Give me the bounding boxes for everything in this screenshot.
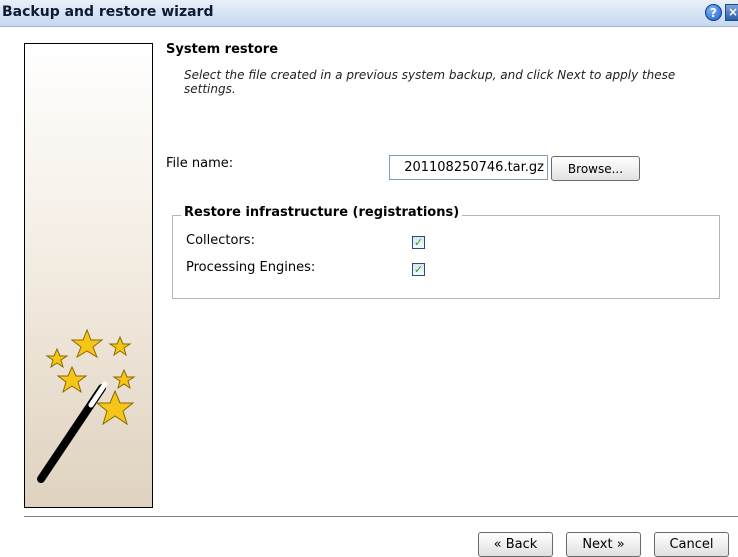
title-bar: Backup and restore wizard ? × bbox=[0, 0, 738, 27]
processing-engines-checkbox[interactable]: ✓ bbox=[412, 263, 425, 276]
collectors-checkbox[interactable]: ✓ bbox=[412, 236, 425, 249]
window-title: Backup and restore wizard bbox=[2, 4, 214, 20]
restore-infrastructure-legend: Restore infrastructure (registrations) bbox=[181, 205, 463, 220]
browse-button[interactable]: Browse... bbox=[551, 156, 640, 181]
file-name-label: File name: bbox=[166, 156, 234, 171]
help-icon[interactable]: ? bbox=[705, 4, 722, 21]
instructions-text: Select the file created in a previous sy… bbox=[184, 68, 676, 96]
magic-wand-icon bbox=[37, 328, 136, 483]
collectors-label: Collectors: bbox=[186, 233, 255, 248]
close-icon[interactable]: × bbox=[725, 4, 738, 21]
restore-infrastructure-group bbox=[172, 215, 720, 299]
cancel-button[interactable]: Cancel bbox=[654, 532, 729, 557]
file-name-input[interactable] bbox=[389, 155, 548, 180]
next-button[interactable]: Next » bbox=[566, 532, 641, 557]
wizard-side-panel bbox=[24, 43, 153, 508]
back-button[interactable]: « Back bbox=[478, 532, 553, 557]
page-title: System restore bbox=[166, 42, 279, 57]
footer-divider bbox=[24, 516, 738, 518]
processing-engines-label: Processing Engines: bbox=[186, 260, 316, 275]
